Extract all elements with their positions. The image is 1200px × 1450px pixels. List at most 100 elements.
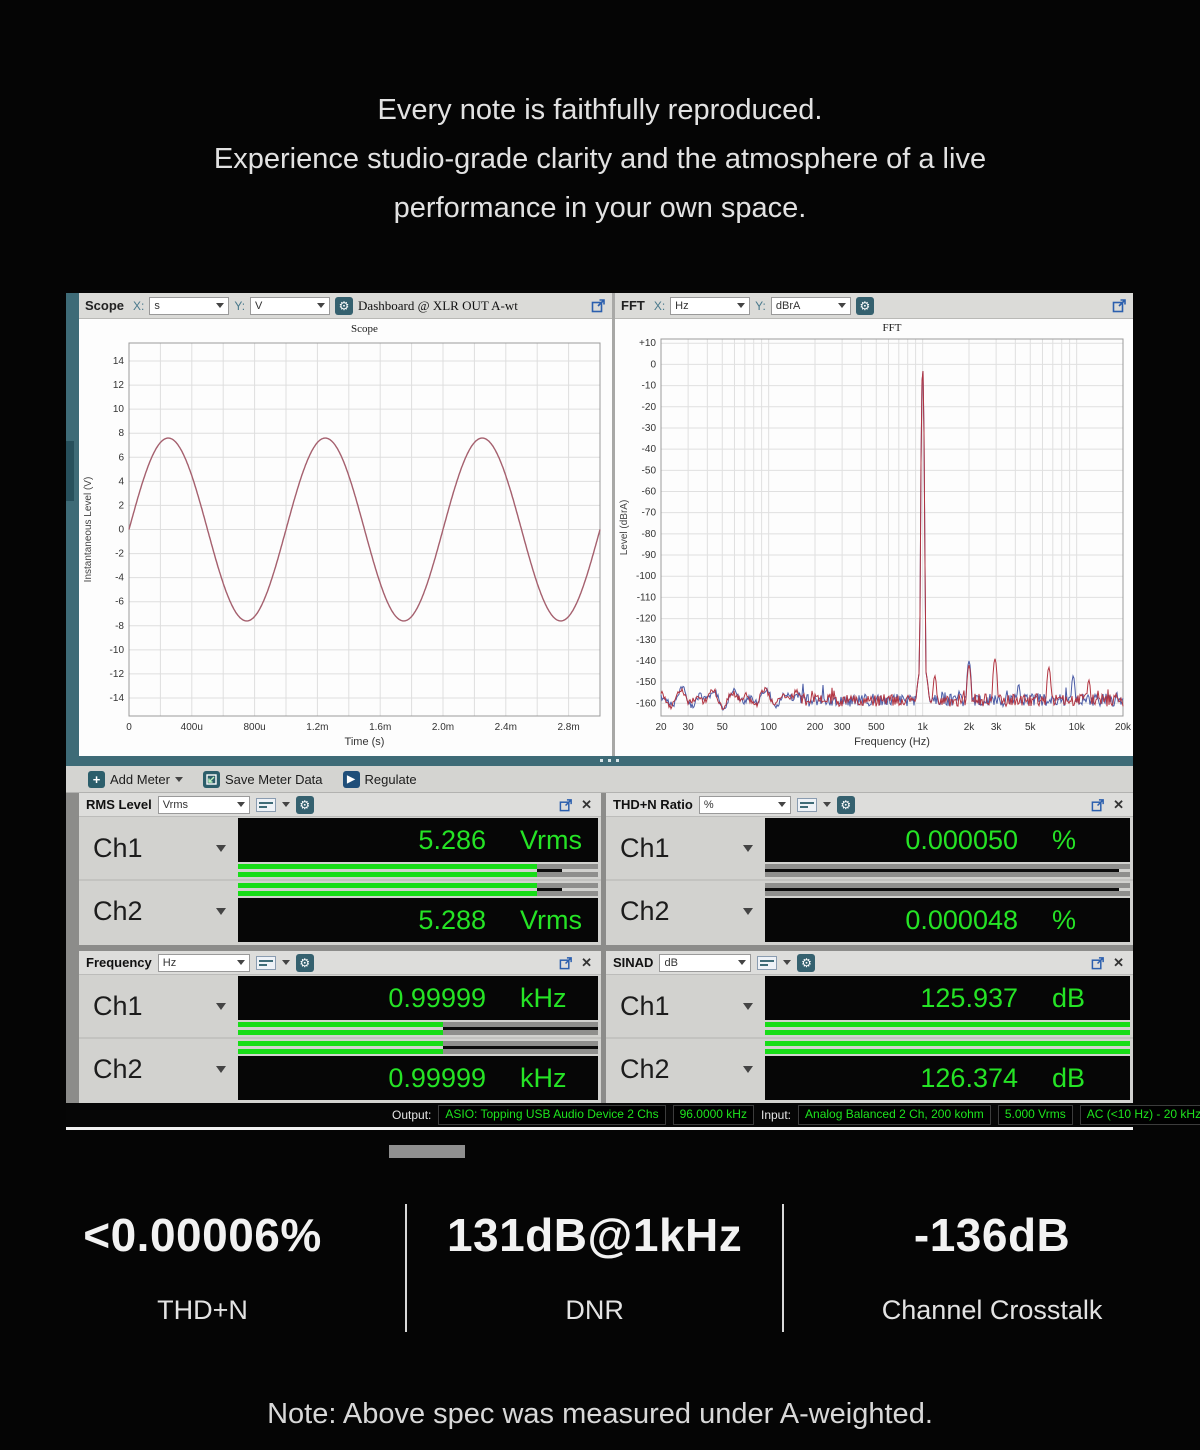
spec-strip: <0.00006% THD+N 131dB@1kHz DNR -136dB Ch… bbox=[0, 1204, 1200, 1332]
chevron-down-icon bbox=[282, 960, 290, 965]
spec-label: THD+N bbox=[157, 1295, 248, 1326]
svg-text:-140: -140 bbox=[636, 656, 656, 667]
scope-y-unit-select[interactable]: V bbox=[250, 297, 330, 315]
svg-text:2k: 2k bbox=[964, 722, 976, 733]
svg-text:20: 20 bbox=[655, 722, 667, 733]
gear-icon[interactable]: ⚙ bbox=[335, 297, 353, 315]
channel-selector[interactable]: Ch1 bbox=[79, 976, 238, 1037]
fft-panel-header: FFT X: Hz Y: dBrA ⚙ bbox=[615, 293, 1133, 319]
svg-text:500: 500 bbox=[868, 722, 885, 733]
gear-icon[interactable]: ⚙ bbox=[797, 954, 815, 972]
svg-text:1.2m: 1.2m bbox=[306, 722, 328, 733]
splitter-bar[interactable] bbox=[66, 756, 1133, 766]
channel-selector[interactable]: Ch1 bbox=[79, 818, 238, 879]
svg-text:-50: -50 bbox=[642, 465, 657, 476]
channel-selector[interactable]: Ch2 bbox=[79, 1039, 238, 1100]
popout-icon[interactable] bbox=[1091, 798, 1105, 812]
svg-text:-10: -10 bbox=[110, 645, 125, 656]
spec-value: -136dB bbox=[914, 1208, 1070, 1262]
svg-text:Frequency (Hz): Frequency (Hz) bbox=[854, 736, 930, 748]
meter-display: 125.937dB bbox=[765, 976, 1130, 1020]
headline: Every note is faithfully reproduced. Exp… bbox=[0, 0, 1200, 233]
svg-text:-90: -90 bbox=[642, 550, 657, 561]
spec-thdn: <0.00006% THD+N bbox=[0, 1204, 405, 1332]
gear-icon[interactable]: ⚙ bbox=[837, 796, 855, 814]
popout-icon[interactable] bbox=[591, 298, 606, 313]
save-icon bbox=[203, 771, 220, 788]
meter-panel-rms-level: RMS Level Vrms ⚙ ✕ Ch1 5.286Vrms bbox=[79, 793, 601, 945]
chevron-down-icon bbox=[175, 777, 183, 782]
gear-icon[interactable]: ⚙ bbox=[296, 796, 314, 814]
svg-text:0: 0 bbox=[650, 359, 656, 370]
svg-text:200: 200 bbox=[807, 722, 824, 733]
input-device-value: Analog Balanced 2 Ch, 200 kohm bbox=[798, 1105, 991, 1125]
channel-selector[interactable]: Ch1 bbox=[606, 976, 765, 1037]
spec-crosstalk: -136dB Channel Crosstalk bbox=[784, 1204, 1200, 1332]
display-mode-icon[interactable] bbox=[256, 798, 276, 812]
svg-text:-60: -60 bbox=[642, 486, 657, 497]
y-axis-label: Y: bbox=[755, 299, 766, 313]
meter-unit-select[interactable]: Hz bbox=[158, 954, 250, 972]
channel-selector[interactable]: Ch1 bbox=[606, 818, 765, 879]
save-meter-data-button[interactable]: Save Meter Data bbox=[197, 768, 329, 790]
channel-selector[interactable]: Ch2 bbox=[79, 881, 238, 942]
channel-selector[interactable]: Ch2 bbox=[606, 881, 765, 942]
svg-text:-100: -100 bbox=[636, 571, 656, 582]
popout-icon[interactable] bbox=[1091, 956, 1105, 970]
level-bar bbox=[238, 864, 598, 877]
meter-unit-select[interactable]: dB bbox=[659, 954, 751, 972]
svg-text:8: 8 bbox=[118, 428, 124, 439]
display-mode-icon[interactable] bbox=[256, 956, 276, 970]
meter-panel-sinad: SINAD dB ⚙ ✕ Ch1 125.937dB bbox=[606, 951, 1133, 1103]
svg-text:-20: -20 bbox=[642, 402, 657, 413]
meter-unit-select[interactable]: % bbox=[699, 796, 791, 814]
svg-text:2: 2 bbox=[118, 500, 124, 511]
popout-icon[interactable] bbox=[1112, 298, 1127, 313]
scope-chart: 14121086420-2-4-6-8-10-12-140400u800u1.2… bbox=[79, 319, 612, 756]
svg-text:800u: 800u bbox=[243, 722, 265, 733]
meter-header: SINAD dB ⚙ ✕ bbox=[606, 951, 1133, 975]
output-device-value: ASIO: Topping USB Audio Device 2 Chs bbox=[438, 1105, 665, 1125]
meter-display: 5.286Vrms bbox=[238, 818, 598, 862]
display-mode-icon[interactable] bbox=[757, 956, 777, 970]
chevron-down-icon bbox=[317, 303, 325, 308]
close-icon[interactable]: ✕ bbox=[579, 955, 594, 971]
chevron-down-icon bbox=[823, 802, 831, 807]
fft-chart: +100-10-20-30-40-50-60-70-80-90-100-110-… bbox=[615, 319, 1133, 756]
svg-text:-40: -40 bbox=[642, 444, 657, 455]
close-icon[interactable]: ✕ bbox=[1111, 797, 1126, 813]
svg-text:Time (s): Time (s) bbox=[345, 736, 385, 748]
dock-handle[interactable] bbox=[66, 441, 74, 501]
channel-row: Ch1 5.286Vrms bbox=[79, 818, 601, 879]
svg-text:-6: -6 bbox=[115, 597, 124, 608]
input-range-value: 5.000 Vrms bbox=[998, 1105, 1073, 1125]
popout-icon[interactable] bbox=[559, 956, 573, 970]
close-icon[interactable]: ✕ bbox=[1111, 955, 1126, 971]
gear-icon[interactable]: ⚙ bbox=[296, 954, 314, 972]
headline-line-2: Experience studio-grade clarity and the … bbox=[0, 135, 1200, 184]
plot-area: Scope X: s Y: V ⚙ Dashboard @ XLR OUT A-… bbox=[66, 293, 1133, 756]
svg-text:+10: +10 bbox=[639, 338, 656, 349]
channel-selector[interactable]: Ch2 bbox=[606, 1039, 765, 1100]
scope-x-unit-select[interactable]: s bbox=[149, 297, 229, 315]
meter-header: Frequency Hz ⚙ ✕ bbox=[79, 951, 601, 975]
gear-icon[interactable]: ⚙ bbox=[856, 297, 874, 315]
analyzer-screenshot: Scope X: s Y: V ⚙ Dashboard @ XLR OUT A-… bbox=[66, 293, 1133, 1130]
meter-title: Frequency bbox=[86, 955, 152, 970]
meter-display: 0.000048% bbox=[765, 898, 1130, 942]
spec-dnr: 131dB@1kHz DNR bbox=[405, 1204, 784, 1332]
fft-y-unit-select[interactable]: dBrA bbox=[771, 297, 851, 315]
regulate-button[interactable]: ▶ Regulate bbox=[337, 768, 423, 790]
chevron-down-icon bbox=[282, 802, 290, 807]
display-mode-icon[interactable] bbox=[797, 798, 817, 812]
svg-text:20k: 20k bbox=[1115, 722, 1132, 733]
svg-text:400u: 400u bbox=[181, 722, 203, 733]
meter-unit-select[interactable]: Vrms bbox=[158, 796, 250, 814]
fft-x-unit-select[interactable]: Hz bbox=[670, 297, 750, 315]
close-icon[interactable]: ✕ bbox=[579, 797, 594, 813]
scrollbar-stub bbox=[389, 1145, 465, 1158]
popout-icon[interactable] bbox=[559, 798, 573, 812]
plus-icon: + bbox=[88, 771, 105, 788]
add-meter-button[interactable]: + Add Meter bbox=[82, 768, 189, 790]
svg-text:3k: 3k bbox=[991, 722, 1003, 733]
